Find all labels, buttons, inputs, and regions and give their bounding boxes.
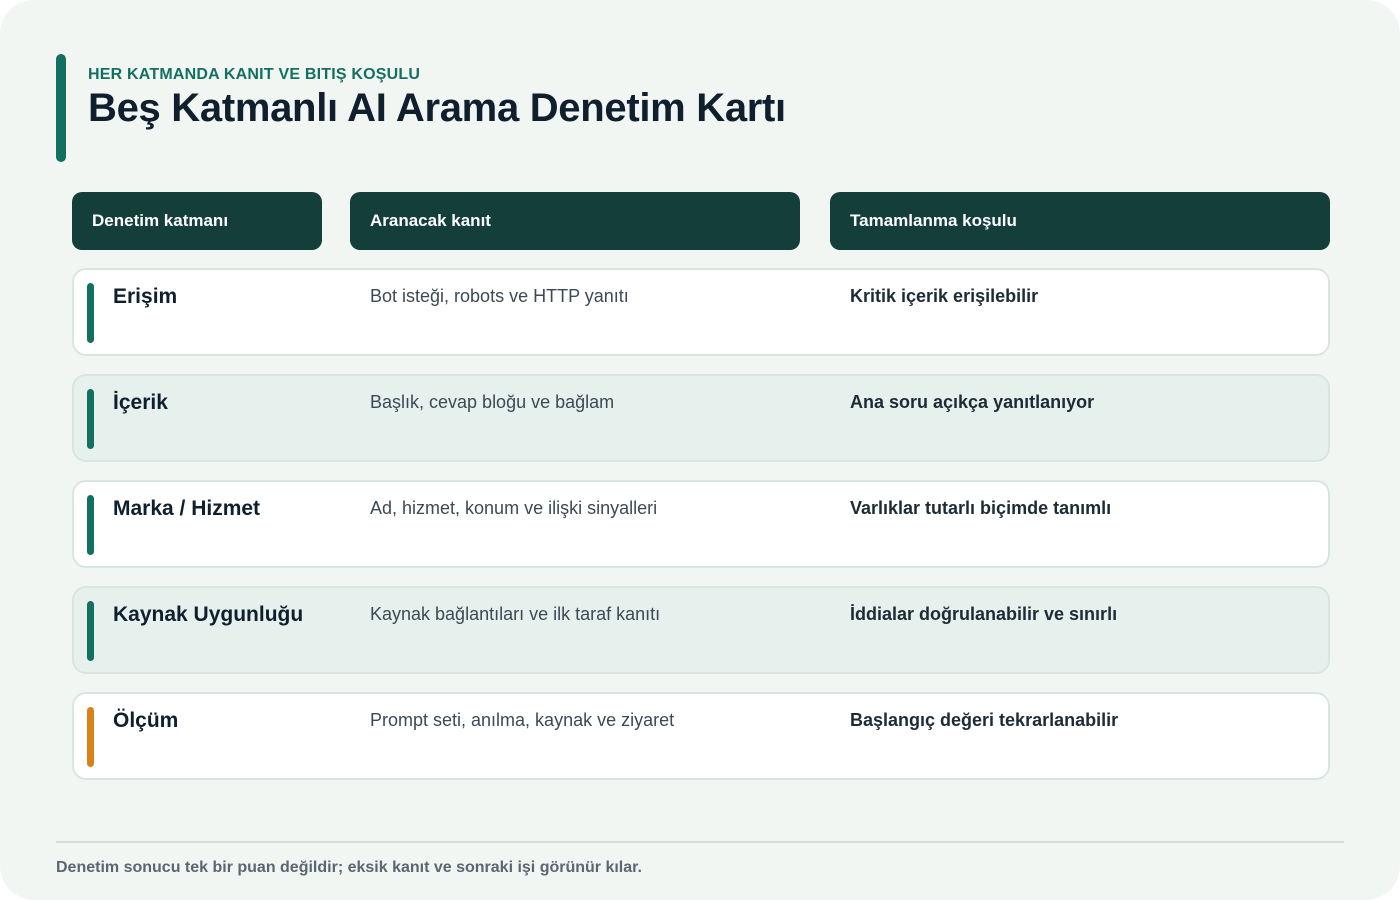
row-layer-name: İçerik bbox=[113, 391, 168, 414]
column-header-evidence: Aranacak kanıt bbox=[350, 192, 800, 250]
row-layer-name: Erişim bbox=[113, 285, 178, 308]
table-row-erisim: Erişim Bot isteği, robots ve HTTP yanıtı… bbox=[72, 268, 1330, 356]
audit-card: HER KATMANDA KANIT VE BITIŞ KOŞULU Beş K… bbox=[0, 0, 1400, 900]
footer-divider bbox=[56, 841, 1344, 843]
row-accent-bar bbox=[87, 283, 94, 343]
table-row-icerik: İçerik Başlık, cevap bloğu ve bağlam Ana… bbox=[72, 374, 1330, 462]
row-condition: İddialar doğrulanabilir ve sınırlı bbox=[850, 604, 1118, 624]
footer-note: Denetim sonucu tek bir puan değildir; ek… bbox=[56, 859, 642, 876]
row-condition: Başlangıç değeri tekrarlanabilir bbox=[850, 710, 1119, 730]
row-evidence: Ad, hizmet, konum ve ilişki sinyalleri bbox=[370, 498, 658, 518]
row-layer-name: Marka / Hizmet bbox=[113, 497, 261, 520]
row-accent-bar-highlight bbox=[87, 707, 94, 767]
row-layer-name: Ölçüm bbox=[113, 709, 179, 732]
row-condition: Varlıklar tutarlı biçimde tanımlı bbox=[850, 498, 1112, 518]
row-condition: Kritik içerik erişilebilir bbox=[850, 286, 1039, 306]
row-accent-bar bbox=[87, 389, 94, 449]
column-header-layer: Denetim katmanı bbox=[72, 192, 322, 250]
table-row-kaynak-uygunlugu: Kaynak Uygunluğu Kaynak bağlantıları ve … bbox=[72, 586, 1330, 674]
table-row-olcum: Ölçüm Prompt seti, anılma, kaynak ve ziy… bbox=[72, 692, 1330, 780]
row-evidence: Kaynak bağlantıları ve ilk taraf kanıtı bbox=[370, 604, 661, 624]
row-evidence: Bot isteği, robots ve HTTP yanıtı bbox=[370, 286, 629, 306]
column-header-condition: Tamamlanma koşulu bbox=[830, 192, 1330, 250]
row-layer-name: Kaynak Uygunluğu bbox=[113, 603, 304, 626]
row-accent-bar bbox=[87, 495, 94, 555]
table-row-marka-hizmet: Marka / Hizmet Ad, hizmet, konum ve iliş… bbox=[72, 480, 1330, 568]
row-accent-bar bbox=[87, 601, 94, 661]
title-accent-bar bbox=[56, 54, 66, 162]
eyebrow-label: HER KATMANDA KANIT VE BITIŞ KOŞULU bbox=[88, 66, 421, 83]
row-condition: Ana soru açıkça yanıtlanıyor bbox=[850, 392, 1095, 412]
row-evidence: Başlık, cevap bloğu ve bağlam bbox=[370, 392, 615, 412]
page-title: Beş Katmanlı AI Arama Denetim Kartı bbox=[88, 86, 786, 130]
row-evidence: Prompt seti, anılma, kaynak ve ziyaret bbox=[370, 710, 675, 730]
